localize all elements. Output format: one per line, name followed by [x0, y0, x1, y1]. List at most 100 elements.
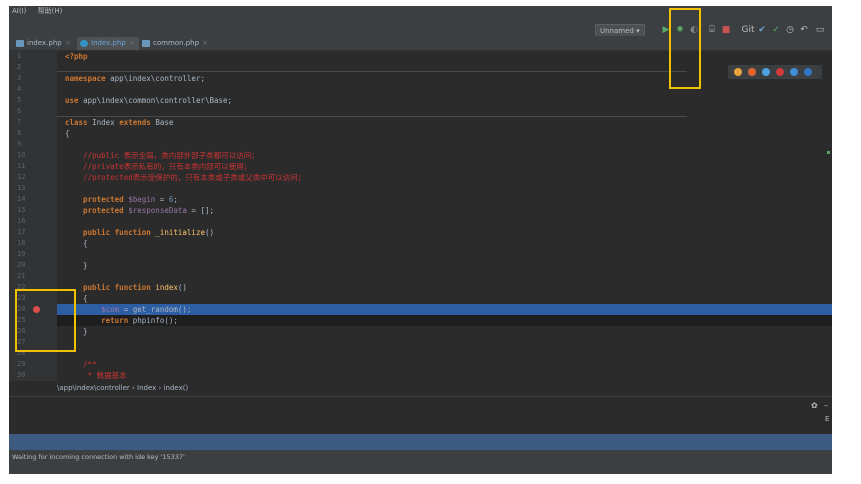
code-line[interactable]: return phpinfo(); [57, 315, 832, 326]
line-number: 3 [17, 74, 22, 82]
code-token: app\index\controller; [110, 74, 205, 83]
code-token: () [177, 283, 187, 292]
line-number: 15 [17, 206, 26, 214]
code-line[interactable]: * 数据基本 [57, 370, 832, 381]
safari-icon[interactable] [762, 68, 770, 76]
php-file-icon [142, 40, 150, 47]
revert-icon[interactable]: ↶ [799, 24, 809, 36]
code-line[interactable]: } [57, 260, 832, 271]
inspection-marker[interactable] [827, 151, 830, 154]
code-line[interactable] [57, 84, 832, 95]
code-token: namespace [65, 74, 111, 83]
code-token: //private表示私有的，只有本类内部可以使用； [65, 162, 252, 171]
code-editor[interactable]: <?php namespace app\index\controller; use … [57, 51, 832, 381]
code-token: app\index\common\controller\Base; [83, 96, 233, 105]
close-icon[interactable]: × [65, 39, 71, 47]
code-token: = get_random(); [119, 305, 192, 314]
close-icon[interactable]: × [202, 39, 208, 47]
line-number: 8 [17, 129, 22, 137]
firefox-icon[interactable] [748, 68, 756, 76]
php-file-icon [16, 40, 24, 47]
menu-item-help[interactable]: 帮助(H) [38, 7, 63, 15]
method-separator [57, 116, 687, 117]
code-token: //protected表示受保护的，只有本类或子类或父类中可以访问； [65, 173, 306, 182]
code-line[interactable] [57, 348, 832, 359]
code-line[interactable]: { [57, 128, 832, 139]
code-token: { [65, 239, 88, 248]
line-number: 2 [17, 63, 22, 71]
tab-index-php-active[interactable]: Index.php × [77, 37, 139, 50]
code-line[interactable]: //public 表示全局，类内部外部子类都可以访问； [57, 150, 832, 161]
code-line[interactable] [57, 183, 832, 194]
settings-icon[interactable]: ✿ [811, 401, 818, 410]
line-number: 30 [17, 371, 26, 379]
code-token: () [204, 228, 215, 237]
tab-common-php[interactable]: common.php × [139, 37, 212, 50]
code-line[interactable] [57, 139, 832, 150]
code-line[interactable]: $com = get_random(); [57, 304, 832, 315]
code-line[interactable]: class Index extends Base [57, 117, 832, 128]
vcs-update-icon[interactable]: ✔ [757, 24, 767, 36]
code-line[interactable]: public function index() [57, 282, 832, 293]
line-number: 20 [17, 261, 26, 269]
close-icon[interactable]: × [129, 39, 135, 47]
method-separator [57, 71, 687, 72]
code-line[interactable]: protected $begin = 6; [57, 194, 832, 205]
edge-icon[interactable] [804, 68, 812, 76]
code-token: <?php [65, 52, 88, 61]
stop-icon[interactable]: ■ [721, 24, 731, 36]
line-number: 12 [17, 173, 26, 181]
history-icon[interactable]: ◷ [785, 24, 795, 36]
code-line[interactable]: public function _initialize() [57, 227, 832, 238]
build-icon[interactable]: ⌸ [707, 24, 717, 36]
code-line[interactable]: namespace app\index\controller; [57, 73, 832, 84]
code-token: Base [155, 118, 174, 127]
code-line[interactable]: protected $responseData = []; [57, 205, 832, 216]
code-line[interactable] [57, 337, 832, 348]
tab-label: index.php [27, 39, 62, 47]
code-line[interactable]: /** [57, 359, 832, 370]
status-bar: Waiting for incoming connection with ide… [9, 450, 832, 474]
code-line[interactable] [57, 249, 832, 260]
run-configuration-label: Unnamed ▾ [600, 27, 640, 35]
code-line[interactable]: //private表示私有的，只有本类内部可以使用； [57, 161, 832, 172]
minimize-icon[interactable]: – [824, 401, 828, 410]
breadcrumb[interactable]: \app\index\controller › Index › index() [57, 382, 832, 394]
code-token: public function [65, 283, 156, 292]
line-number: 6 [17, 107, 22, 115]
menu-item-ai[interactable]: AI(I) [12, 7, 26, 15]
opera-icon[interactable] [776, 68, 784, 76]
code-token: = [155, 195, 169, 204]
chrome-icon[interactable] [734, 68, 742, 76]
code-token: //public 表示全局，类内部外部子类都可以访问； [65, 151, 259, 160]
code-token: Index [92, 118, 120, 127]
panel-edge-label: E [825, 415, 830, 423]
code-line[interactable]: { [57, 238, 832, 249]
layout-icon[interactable]: ▭ [815, 24, 825, 36]
menu-bar: AI(I) 帮助(H) [9, 6, 832, 16]
line-number: 11 [17, 162, 26, 170]
code-token: protected [65, 195, 129, 204]
line-number: 18 [17, 239, 26, 247]
code-line[interactable]: { [57, 293, 832, 304]
tab-index-php[interactable]: index.php × [13, 37, 75, 50]
code-token: phpinfo(); [132, 316, 178, 325]
ie-icon[interactable] [790, 68, 798, 76]
code-line[interactable]: //protected表示受保护的，只有本类或子类或父类中可以访问； [57, 172, 832, 183]
code-token: $responseData [128, 206, 187, 215]
vcs-commit-icon[interactable]: ✓ [771, 24, 781, 36]
code-token: public function [65, 228, 156, 237]
code-line[interactable]: <?php [57, 51, 832, 62]
line-number: 4 [17, 85, 22, 93]
line-number: 7 [17, 118, 22, 126]
code-token: } [65, 261, 88, 270]
line-number: 5 [17, 96, 22, 104]
php-class-icon [80, 40, 88, 47]
code-token: * 数据基本 [65, 371, 127, 380]
code-token: extends [119, 118, 156, 127]
code-token: class [65, 118, 93, 127]
code-line[interactable] [57, 271, 832, 282]
code-line[interactable]: use app\index\common\controller\Base; [57, 95, 832, 106]
code-line[interactable] [57, 216, 832, 227]
code-line[interactable]: } [57, 326, 832, 337]
